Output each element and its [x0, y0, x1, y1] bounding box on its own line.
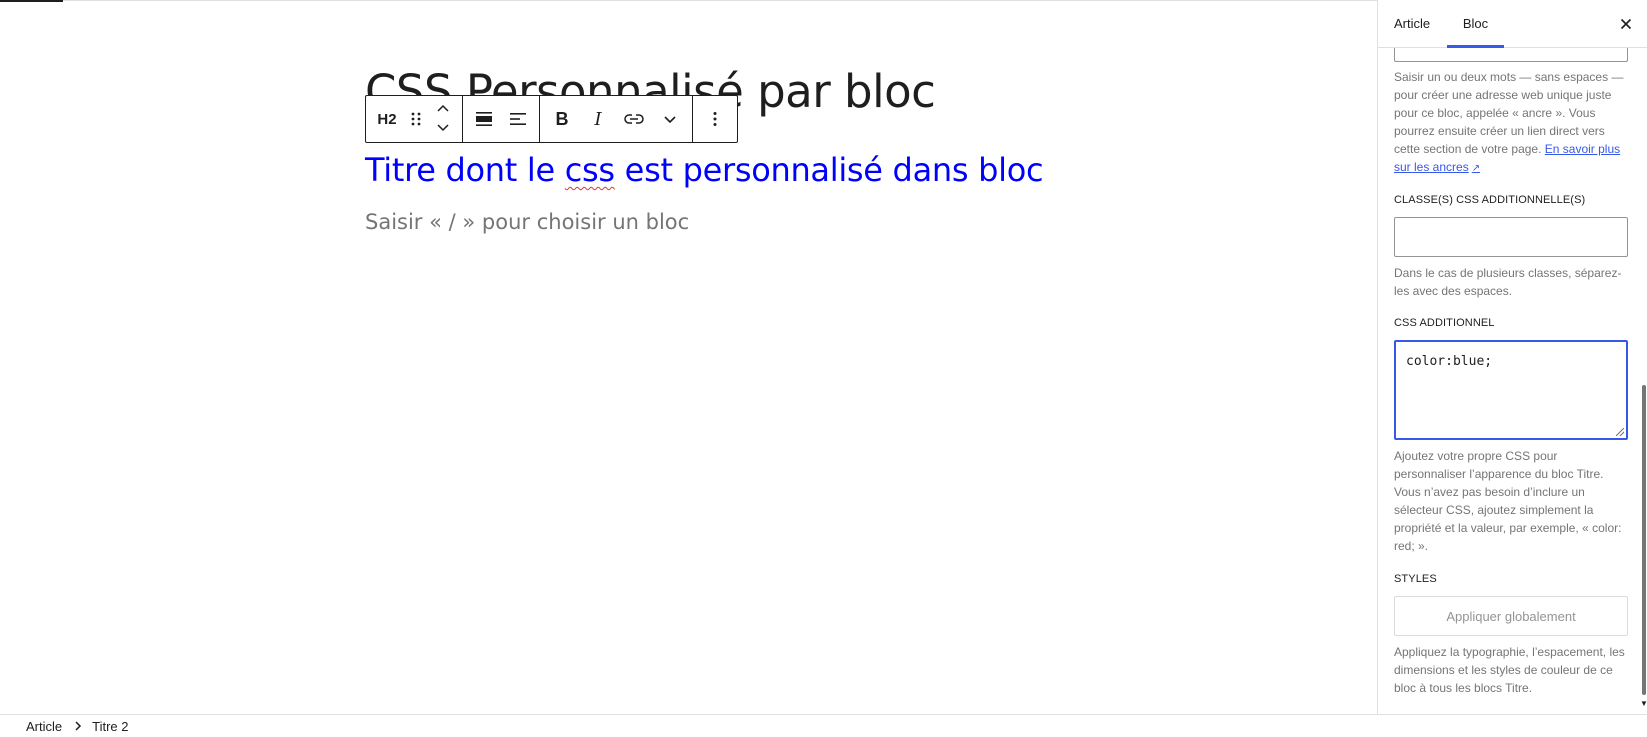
- block-mover: [428, 96, 458, 142]
- align-wide-icon[interactable]: [467, 96, 501, 142]
- breadcrumb-item-article[interactable]: Article: [26, 719, 62, 734]
- chevron-up-icon[interactable]: [436, 101, 450, 119]
- tab-article[interactable]: Article: [1394, 0, 1430, 48]
- breadcrumb: Article Titre 2: [0, 714, 1647, 737]
- paragraph-placeholder[interactable]: Saisir « / » pour choisir un bloc: [365, 208, 689, 236]
- sidebar-header: Article Bloc: [1378, 0, 1647, 48]
- css-classes-label: CLASSE(S) CSS ADDITIONNELLE(S): [1394, 194, 1586, 206]
- apply-globally-button[interactable]: Appliquer globalement: [1394, 596, 1628, 636]
- close-icon[interactable]: [1614, 12, 1638, 36]
- additional-css-textarea[interactable]: color:blue;: [1394, 340, 1628, 440]
- heading-text-end: est personnalisé dans bloc: [614, 151, 1044, 189]
- anchor-help: Saisir un ou deux mots — sans espaces — …: [1394, 68, 1630, 178]
- italic-icon[interactable]: I: [580, 96, 616, 142]
- bold-icon[interactable]: B: [544, 96, 580, 142]
- resize-handle[interactable]: [1616, 428, 1624, 436]
- text-align-left-icon[interactable]: [501, 96, 535, 142]
- additional-css-help: Ajoutez votre propre CSS pour personnali…: [1394, 449, 1622, 553]
- breadcrumb-item-heading[interactable]: Titre 2: [92, 719, 128, 734]
- heading-text-start: Titre dont le: [365, 151, 565, 189]
- drag-handle-icon[interactable]: [404, 96, 428, 142]
- tab-bloc[interactable]: Bloc: [1447, 0, 1504, 48]
- block-editor: CSS Personnalisé par bloc Titre dont le …: [0, 0, 1647, 737]
- heading-block[interactable]: Titre dont le css est personnalisé dans …: [365, 148, 1044, 192]
- block-toolbar: H2 B I: [365, 95, 738, 143]
- sidebar-scrollbar[interactable]: [1642, 385, 1646, 695]
- more-formats-chevron-icon[interactable]: [652, 96, 688, 142]
- settings-sidebar: Saisir un ou deux mots — sans espaces — …: [1377, 0, 1647, 714]
- spellcheck-word: css: [564, 151, 615, 189]
- additional-css-label: CSS ADDITIONNEL: [1394, 317, 1495, 329]
- alignment-group: [463, 96, 540, 142]
- block-type-button[interactable]: H2: [370, 96, 404, 142]
- top-divider: [0, 0, 1377, 1]
- top-active-indicator: [0, 0, 63, 2]
- more-vertical-icon[interactable]: [697, 96, 733, 142]
- chevron-down-icon[interactable]: [436, 119, 450, 137]
- additional-css-value: color:blue;: [1406, 354, 1493, 369]
- options-group: [693, 96, 737, 142]
- format-group: B I: [540, 96, 693, 142]
- scroll-down-arrow-icon[interactable]: ▼: [1640, 700, 1647, 708]
- block-type-group: H2: [366, 96, 463, 142]
- link-icon[interactable]: [616, 96, 652, 142]
- css-classes-input[interactable]: [1394, 217, 1628, 257]
- editor-canvas[interactable]: CSS Personnalisé par bloc Titre dont le …: [0, 0, 1377, 714]
- external-link-icon: ↗: [1471, 163, 1481, 174]
- css-classes-help: Dans le cas de plusieurs classes, sépare…: [1394, 266, 1622, 298]
- styles-help: Appliquez la typographie, l’espacement, …: [1394, 645, 1625, 695]
- styles-label: STYLES: [1394, 573, 1437, 585]
- chevron-right-icon: [74, 721, 82, 731]
